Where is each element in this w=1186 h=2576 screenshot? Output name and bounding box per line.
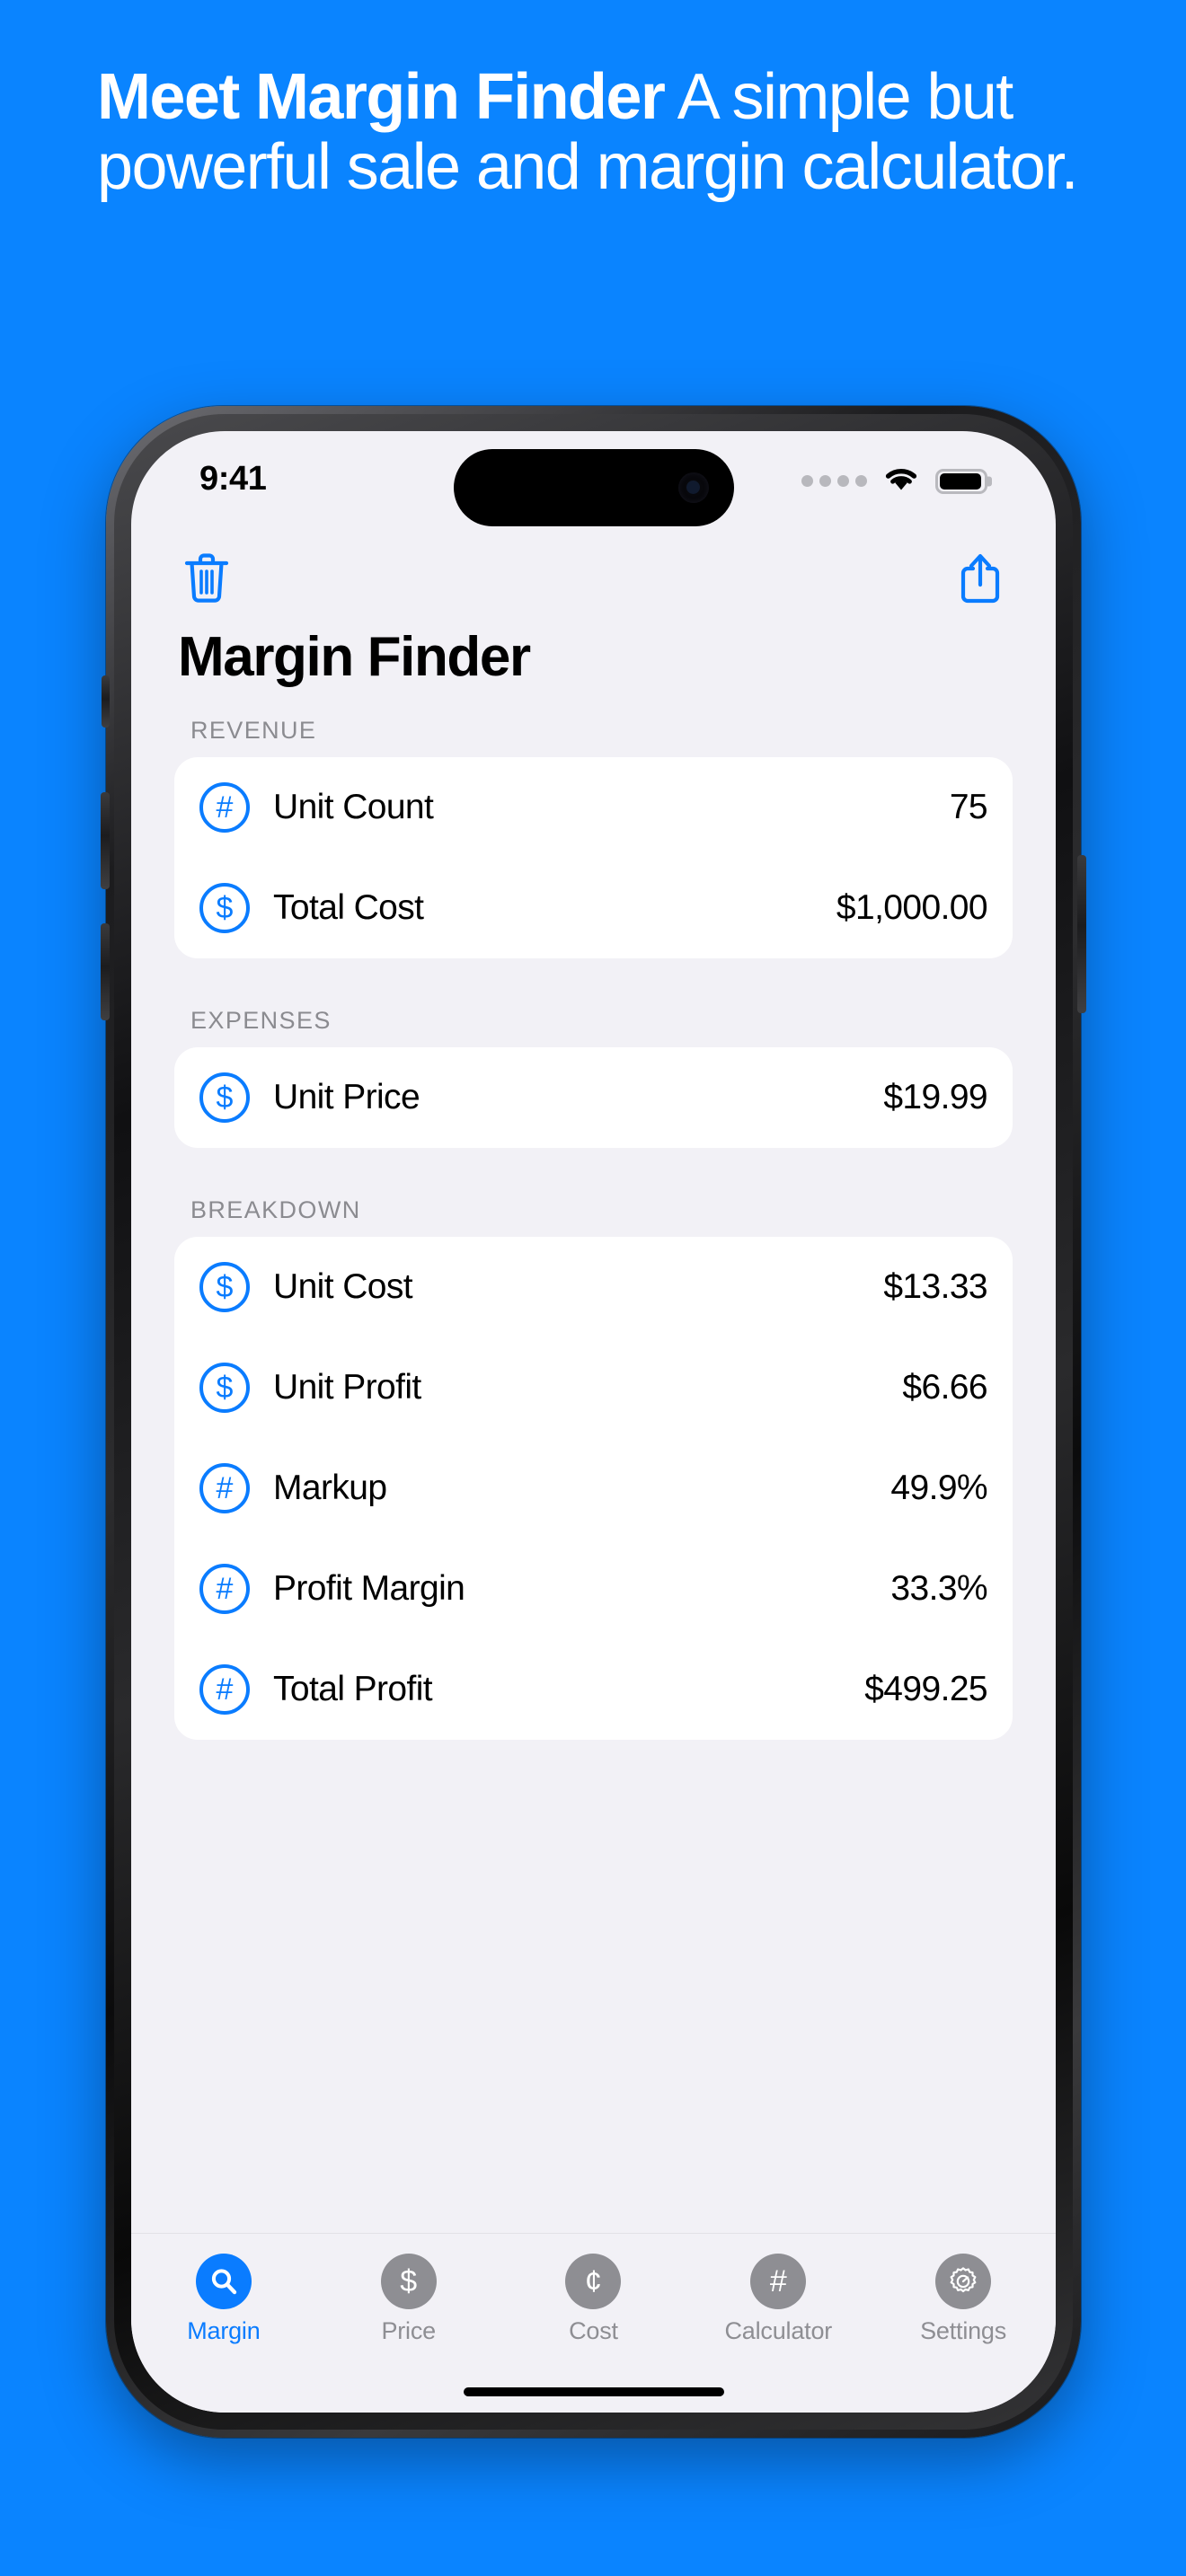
app-toolbar [131,539,1056,622]
section-header: EXPENSES [190,1007,332,1034]
tab-margin[interactable]: Margin [131,2254,316,2345]
tab-bar: Margin $ Price ¢ Cost # Calculator Setti… [131,2233,1056,2413]
volume-up-button[interactable] [101,792,110,889]
page-title: Margin Finder [178,626,531,688]
card-breakdown: $ Unit Cost $13.33 $ Unit Profit $6.66 #… [174,1237,1013,1740]
power-button[interactable] [1077,855,1086,1013]
tab-price[interactable]: $ Price [316,2254,501,2345]
tab-label: Cost [569,2317,618,2344]
home-indicator[interactable] [463,2387,724,2396]
table-row[interactable]: # Total Profit $499.25 [174,1639,1013,1740]
marketing-headline: Meet Margin Finder A simple but powerful… [97,61,1094,203]
table-row[interactable]: $ Total Cost $1,000.00 [174,858,1013,958]
volume-down-button[interactable] [101,923,110,1020]
dynamic-island [453,449,734,526]
row-label: Unit Profit [273,1368,421,1407]
row-value: $13.33 [883,1267,987,1306]
row-label: Total Profit [273,1670,433,1708]
section-header: REVENUE [190,717,317,744]
row-label: Unit Count [273,788,434,826]
row-label: Unit Price [273,1078,420,1116]
row-value: 33.3% [890,1569,987,1608]
row-value: 49.9% [890,1469,987,1507]
hash-circle-icon: # [199,1463,250,1513]
status-icons [801,465,987,497]
row-label: Profit Margin [273,1569,465,1608]
tab-label: Calculator [724,2317,833,2344]
tab-label: Settings [920,2317,1007,2344]
share-icon[interactable] [948,546,1013,611]
table-row[interactable]: $ Unit Profit $6.66 [174,1337,1013,1438]
dollar-icon: $ [380,2254,437,2309]
section-revenue: REVENUE # Unit Count 75 $ Total Cost $1,… [131,717,1056,958]
cent-icon: ¢ [565,2254,622,2309]
table-row[interactable]: $ Unit Price $19.99 [174,1047,1013,1148]
section-breakdown: BREAKDOWN $ Unit Cost $13.33 $ Unit Prof… [131,1196,1056,1740]
section-expenses: EXPENSES $ Unit Price $19.99 [131,1007,1056,1148]
hash-circle-icon: # [199,1564,250,1614]
card-revenue: # Unit Count 75 $ Total Cost $1,000.00 [174,757,1013,958]
table-row[interactable]: # Profit Margin 33.3% [174,1539,1013,1639]
tab-label: Price [381,2317,436,2344]
wifi-icon [882,465,920,497]
tab-calculator[interactable]: # Calculator [686,2254,871,2345]
tab-label: Margin [187,2317,261,2344]
phone-mockup: 9:41 Margin Finder REVENUE # Unit Count … [101,406,1086,2438]
silent-switch[interactable] [102,675,110,728]
hash-circle-icon: # [199,1664,250,1715]
row-value: 75 [949,788,988,826]
card-expenses: $ Unit Price $19.99 [174,1047,1013,1148]
front-camera-icon [677,472,709,503]
hash-circle-icon: # [199,782,250,833]
dollar-circle-icon: $ [199,1363,250,1413]
magnifier-icon [195,2254,252,2309]
headline-strong: Meet Margin Finder [97,61,666,133]
trash-icon[interactable] [174,546,239,611]
row-label: Markup [273,1469,387,1507]
table-row[interactable]: # Markup 49.9% [174,1438,1013,1539]
dollar-circle-icon: $ [199,883,250,933]
row-label: Total Cost [273,888,424,927]
row-value: $19.99 [883,1078,987,1116]
tab-cost[interactable]: ¢ Cost [501,2254,686,2345]
dollar-circle-icon: $ [199,1072,250,1123]
dollar-circle-icon: $ [199,1262,250,1312]
status-time: 9:41 [199,460,267,498]
row-value: $1,000.00 [836,888,988,927]
battery-icon [935,468,987,494]
section-header: BREAKDOWN [190,1196,361,1223]
tab-settings[interactable]: Settings [871,2254,1056,2345]
hash-icon: # [750,2254,807,2309]
settings-list: REVENUE # Unit Count 75 $ Total Cost $1,… [131,717,1056,1740]
table-row[interactable]: # Unit Count 75 [174,757,1013,858]
row-value: $6.66 [902,1368,987,1407]
row-value: $499.25 [864,1670,987,1708]
gear-icon [935,2254,992,2309]
signal-dots-icon [801,475,867,487]
row-label: Unit Cost [273,1267,413,1306]
table-row[interactable]: $ Unit Cost $13.33 [174,1237,1013,1337]
status-bar: 9:41 [131,431,1056,539]
phone-screen: 9:41 Margin Finder REVENUE # Unit Count … [131,431,1056,2413]
